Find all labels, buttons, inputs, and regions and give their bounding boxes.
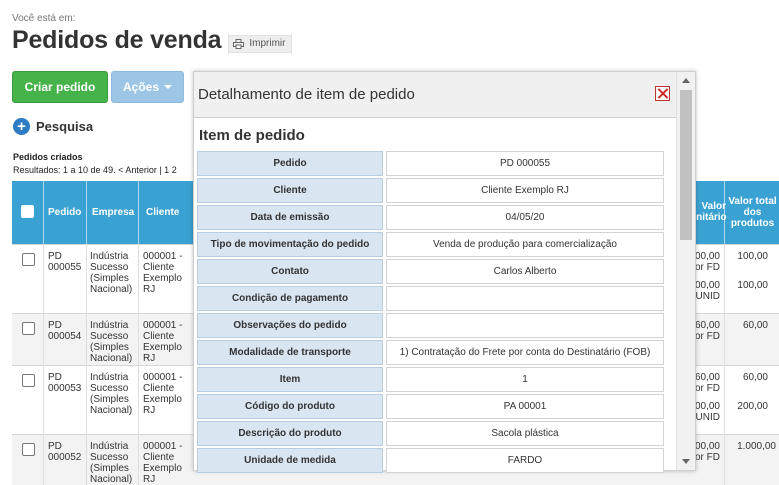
- plus-icon: +: [13, 118, 30, 135]
- field-value: Sacola plástica: [386, 421, 664, 446]
- field-value: 1: [386, 367, 664, 392]
- field-value: [386, 286, 664, 311]
- total-value: 60,00: [742, 372, 768, 383]
- detail-row: Código do produto PA 00001: [197, 394, 664, 419]
- order-number[interactable]: PD 000052: [48, 441, 84, 463]
- scroll-thumb[interactable]: [680, 90, 692, 240]
- field-label: Cliente: [197, 178, 383, 203]
- scroll-up-icon[interactable]: [682, 78, 690, 83]
- title-row: Pedidos de venda Imprimir: [12, 26, 293, 55]
- header-pedido[interactable]: Pedido: [48, 207, 81, 218]
- company-name: Indústria Sucesso (Simples Nacional): [90, 251, 133, 295]
- field-value: FARDO: [386, 448, 664, 473]
- field-value: Carlos Alberto: [386, 259, 664, 284]
- detail-row: Descrição do produto Sacola plástica: [197, 421, 664, 446]
- client-name: 000001 - Cliente Exemplo RJ: [143, 372, 183, 416]
- total-value: 1.000,00: [737, 441, 776, 452]
- dialog-header: Detalhamento de item de pedido: [194, 72, 676, 118]
- field-label: Tipo de movimentação do pedido: [197, 232, 383, 257]
- search-toggle[interactable]: + Pesquisa: [13, 118, 93, 135]
- total-value: 100,00: [737, 280, 768, 291]
- create-order-button[interactable]: Criar pedido: [12, 71, 108, 103]
- chevron-down-icon: [164, 85, 173, 89]
- field-label: Data de emissão: [197, 205, 383, 230]
- detail-row: Unidade de medida FARDO: [197, 448, 664, 473]
- column-divider: [138, 244, 139, 485]
- company-name: Indústria Sucesso (Simples Nacional): [90, 320, 133, 364]
- field-label: Código do produto: [197, 394, 383, 419]
- order-number[interactable]: PD 000053: [48, 372, 84, 394]
- field-label: Pedido: [197, 151, 383, 176]
- field-value: PA 00001: [386, 394, 664, 419]
- client-name: 000001 - Cliente Exemplo RJ: [143, 441, 183, 485]
- header-cliente[interactable]: Cliente: [146, 207, 179, 218]
- field-label: Condição de pagamento: [197, 286, 383, 311]
- field-label: Observações do pedido: [197, 313, 383, 338]
- actions-label: Ações: [122, 80, 160, 94]
- field-label: Modalidade de transporte: [197, 340, 383, 365]
- field-value: [386, 313, 664, 338]
- column-divider: [43, 244, 44, 485]
- row-checkbox[interactable]: [22, 443, 35, 456]
- field-value: Cliente Exemplo RJ: [386, 178, 664, 203]
- total-value: 100,00: [737, 251, 768, 262]
- header-divider: [724, 181, 725, 244]
- field-value: 04/05/20: [386, 205, 664, 230]
- dialog-scrollbar[interactable]: [676, 72, 695, 470]
- detail-row: Pedido PD 000055: [197, 151, 664, 176]
- company-name: Indústria Sucesso (Simples Nacional): [90, 372, 133, 416]
- detail-row: Item 1: [197, 367, 664, 392]
- detail-row: Modalidade de transporte 1) Contratação …: [197, 340, 664, 365]
- column-divider: [724, 244, 725, 485]
- detail-row: Condição de pagamento: [197, 286, 664, 311]
- detail-row: Tipo de movimentação do pedido Venda de …: [197, 232, 664, 257]
- actions-button[interactable]: Ações: [111, 71, 184, 103]
- field-value: 1) Contratação do Frete por conta do Des…: [386, 340, 664, 365]
- header-empresa[interactable]: Empresa: [92, 207, 134, 218]
- dialog-title: Detalhamento de item de pedido: [198, 86, 415, 103]
- header-divider: [43, 181, 44, 244]
- scroll-down-icon[interactable]: [682, 459, 690, 464]
- total-value: 60,00: [742, 320, 768, 331]
- search-label: Pesquisa: [36, 119, 94, 134]
- field-label: Unidade de medida: [197, 448, 383, 473]
- page-title: Pedidos de venda: [12, 26, 222, 54]
- header-valor-total[interactable]: Valor total dos produtos: [726, 196, 779, 229]
- results-pagination[interactable]: Resultados: 1 a 10 de 49. < Anterior | 1…: [13, 165, 177, 175]
- detail-row: Observações do pedido: [197, 313, 664, 338]
- section-title: Item de pedido: [199, 127, 305, 144]
- item-detail-dialog: Detalhamento de item de pedido Item de p…: [193, 71, 696, 473]
- detail-row: Data de emissão 04/05/20: [197, 205, 664, 230]
- client-name: 000001 - Cliente Exemplo RJ: [143, 320, 183, 364]
- header-divider: [138, 181, 139, 244]
- company-name: Indústria Sucesso (Simples Nacional): [90, 441, 133, 485]
- header-divider: [86, 181, 87, 244]
- order-number[interactable]: PD 000054: [48, 320, 84, 342]
- orders-label: Pedidos criados: [13, 152, 83, 162]
- column-divider: [86, 244, 87, 485]
- client-name: 000001 - Cliente Exemplo RJ: [143, 251, 183, 295]
- row-checkbox[interactable]: [22, 374, 35, 387]
- total-value: 200,00: [737, 401, 768, 412]
- print-button[interactable]: Imprimir: [228, 34, 293, 53]
- select-all-checkbox[interactable]: [21, 205, 34, 218]
- detail-row: Cliente Cliente Exemplo RJ: [197, 178, 664, 203]
- order-number[interactable]: PD 000055: [48, 251, 84, 273]
- close-icon[interactable]: [655, 86, 670, 101]
- field-label: Descrição do produto: [197, 421, 383, 446]
- detail-row: Contato Carlos Alberto: [197, 259, 664, 284]
- breadcrumb: Você está em:: [12, 13, 76, 24]
- row-checkbox[interactable]: [22, 253, 35, 266]
- row-checkbox[interactable]: [22, 322, 35, 335]
- print-label: Imprimir: [249, 38, 286, 49]
- field-label: Item: [197, 367, 383, 392]
- field-label: Contato: [197, 259, 383, 284]
- field-value: PD 000055: [386, 151, 664, 176]
- field-value: Venda de produção para comercialização: [386, 232, 664, 257]
- printer-icon: [233, 38, 245, 49]
